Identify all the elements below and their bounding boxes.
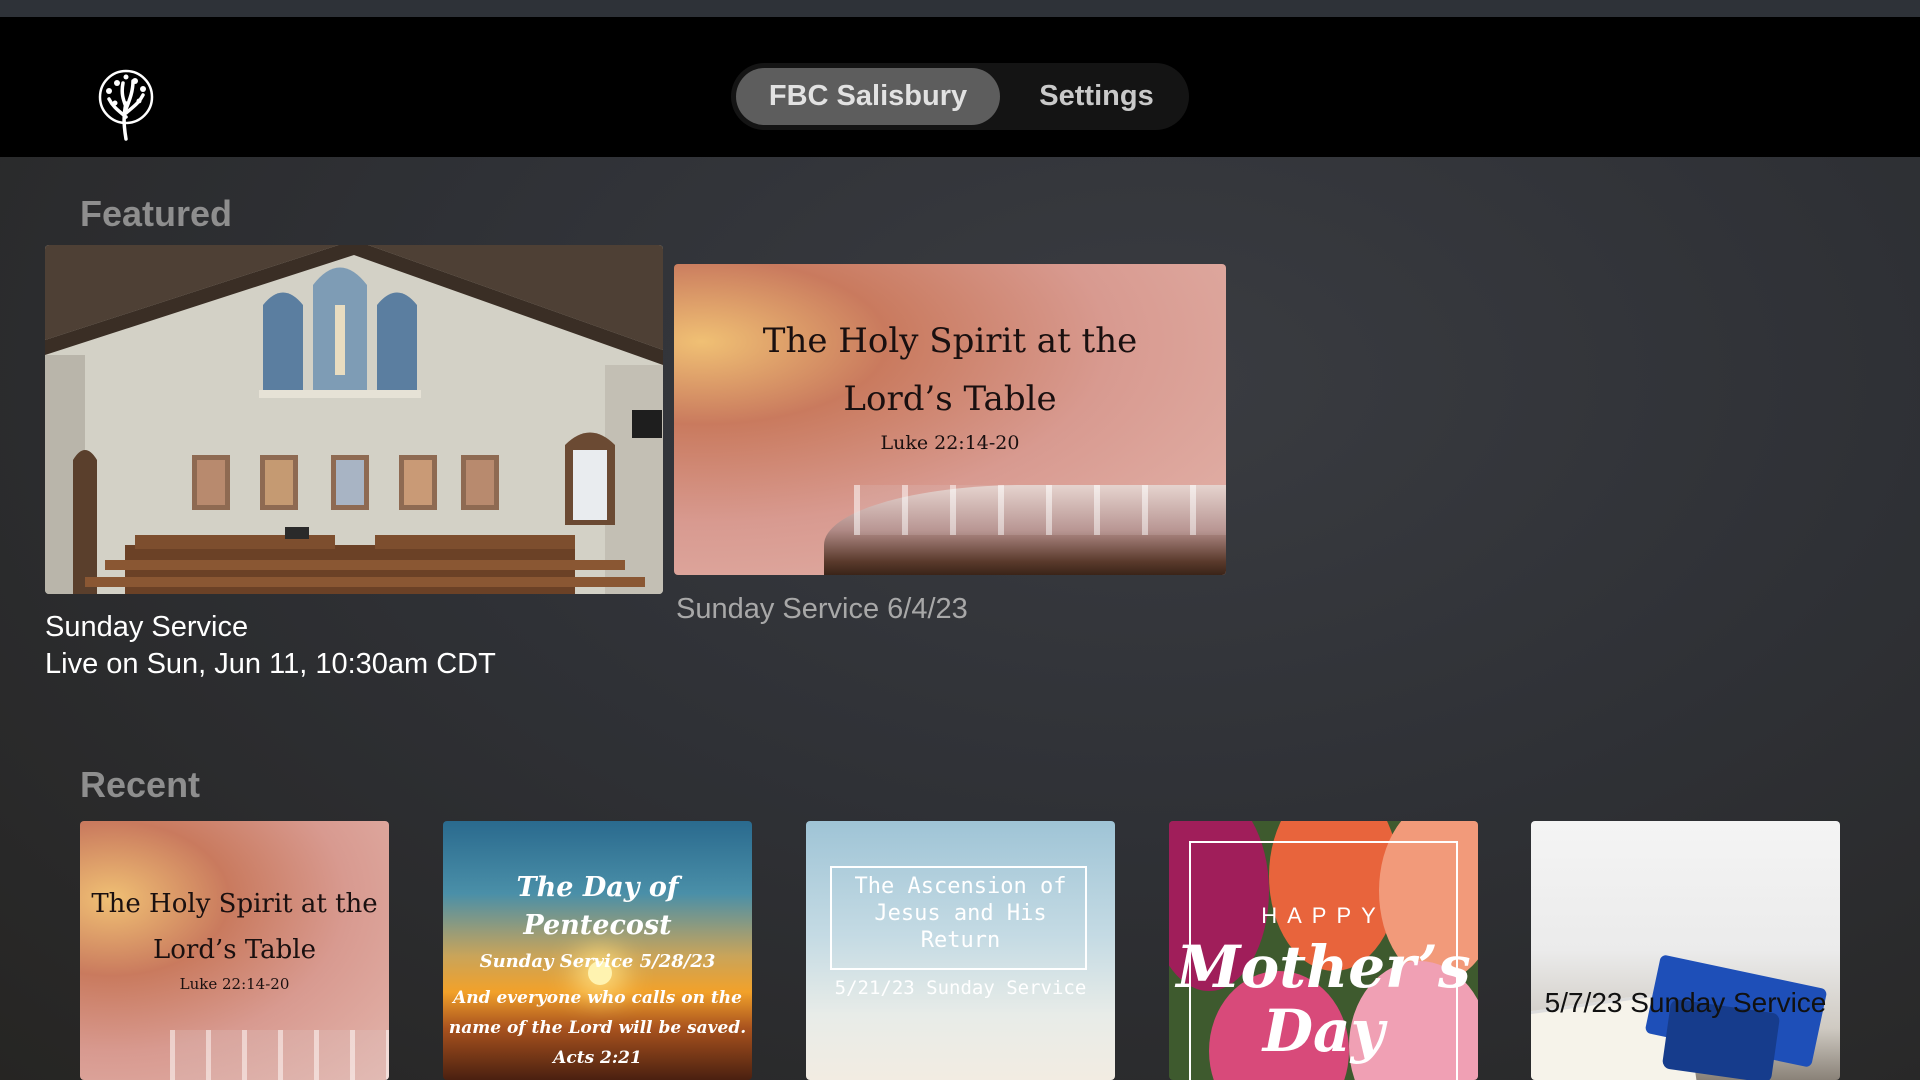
tab-settings[interactable]: Settings: [1014, 68, 1179, 125]
thumbnail-title-line3: Return: [920, 928, 1001, 953]
featured-service-title-6-4-23: Sunday Service 6/4/23: [676, 593, 968, 625]
holy-spirit-thumbnail: The Holy Spirit at the Lord’s Table Luke…: [674, 264, 1226, 575]
featured-live-service-title: Sunday Service: [45, 611, 249, 643]
thumbnail-title-line1: The Ascension of: [854, 874, 1067, 899]
sky-ascension-thumbnail: The Ascension of Jesus and His Return 5/…: [806, 821, 1115, 1080]
top-navigation-bar: FBC Salisbury Settings: [0, 17, 1920, 157]
featured-live-service-card[interactable]: [45, 245, 663, 594]
bible-graduation-cap-thumbnail: 5/7/23 Sunday Service: [1531, 821, 1840, 1080]
thumbnail-heading-line2: Lord’s Table: [152, 935, 317, 965]
thumbnail-happy-text: HAPPY: [1261, 903, 1386, 928]
thumbnail-verse-line1: And everyone who calls on the: [453, 988, 742, 1008]
thumbnail-heading-line2: Lord’s Table: [843, 379, 1057, 419]
recent-item-5-7-23[interactable]: 5/7/23 Sunday Service: [1531, 821, 1840, 1080]
top-strip: [0, 0, 1920, 17]
recent-item-ascension[interactable]: The Ascension of Jesus and His Return 5/…: [806, 821, 1115, 1080]
featured-live-service-subtitle: Live on Sun, Jun 11, 10:30am CDT: [45, 648, 496, 680]
thumbnail-verse-ref: Acts 2:21: [553, 1048, 642, 1068]
pentecost-sunrise-thumbnail: The Day of Pentecost Sunday Service 5/28…: [443, 821, 752, 1080]
thumbnail-mothers-text: Mother’s: [1176, 933, 1471, 1001]
recent-section-title: Recent: [80, 764, 201, 805]
tulips-thumbnail: HAPPY Mother’s Day: [1169, 821, 1478, 1080]
featured-section-title: Featured: [80, 193, 233, 234]
thumbnail-title: 5/7/23 Sunday Service: [1544, 987, 1827, 1018]
recent-item-pentecost[interactable]: The Day of Pentecost Sunday Service 5/28…: [443, 821, 752, 1080]
holy-spirit-thumbnail: The Holy Spirit at the Lord’s Table Luke…: [80, 821, 389, 1080]
recent-item-mothers-day[interactable]: HAPPY Mother’s Day: [1169, 821, 1478, 1080]
thumbnail-day-text: Day: [1262, 997, 1385, 1065]
thumbnail-verse: Luke 22:14-20: [179, 975, 290, 993]
recent-item-holy-spirit[interactable]: The Holy Spirit at the Lord’s Table Luke…: [80, 821, 389, 1080]
church-sanctuary-photo: [45, 245, 663, 594]
tab-bar: FBC Salisbury Settings: [731, 63, 1189, 130]
tab-fbc-salisbury[interactable]: FBC Salisbury: [736, 68, 1000, 125]
thumbnail-subheading: Sunday Service 5/28/23: [479, 951, 716, 972]
thumbnail-heading-line1: The Holy Spirit at the: [91, 889, 378, 919]
thumbnail-heading: The Day of Pentecost: [516, 872, 679, 941]
thumbnail-title-line2: Jesus and His: [874, 901, 1047, 926]
thumbnail-subtitle: 5/21/23 Sunday Service: [834, 977, 1087, 999]
thumbnail-verse: Luke 22:14-20: [880, 432, 1020, 454]
tree-logo-icon: [93, 69, 159, 141]
thumbnail-heading-line1: The Holy Spirit at the: [762, 321, 1138, 361]
featured-service-card-6-4-23[interactable]: The Holy Spirit at the Lord’s Table Luke…: [674, 264, 1226, 575]
thumbnail-verse-line2: name of the Lord will be saved.: [448, 1018, 747, 1038]
